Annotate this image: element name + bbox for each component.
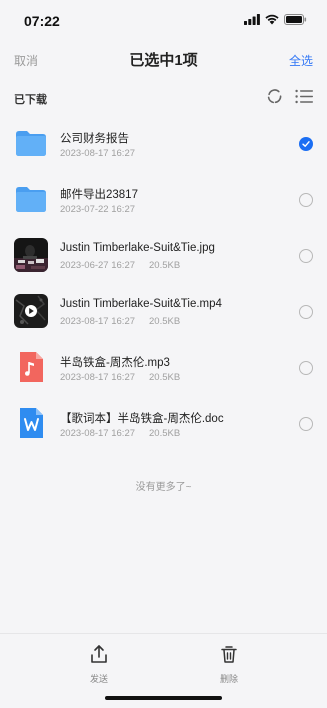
trash-icon (221, 646, 237, 663)
file-date: 2023-07-22 16:27 (60, 204, 136, 215)
bottom-action-bar: 发送 删除 (0, 633, 327, 708)
file-meta: 2023-07-22 16:27 (60, 204, 135, 215)
file-size: 20.5KB (149, 372, 181, 383)
checkbox[interactable] (299, 305, 313, 319)
delete-button[interactable]: 删除 (209, 644, 249, 685)
section-header: 已下载 (0, 84, 327, 110)
file-name: 半岛铁盒-周杰伦.mp3 (60, 357, 170, 369)
signal-icon (244, 14, 260, 25)
nav-bar: 取消 已选中1项 全选 (0, 44, 327, 74)
music-file-icon (14, 350, 48, 384)
file-date: 2023-06-27 16:27 (60, 260, 136, 271)
status-bar: 07:22 (0, 0, 327, 40)
file-meta: 2023-06-27 16:27 20.5KB (60, 260, 180, 271)
file-name: 公司财务报告 (60, 133, 129, 145)
file-row[interactable]: 【歌词本】半岛铁盒-周杰伦.doc 2023-08-17 16:27 20.5KB (0, 395, 327, 451)
file-row[interactable]: 半岛铁盒-周杰伦.mp3 2023-08-17 16:27 20.5KB (0, 339, 327, 395)
page-title: 已选中1项 (129, 52, 198, 69)
file-name: 邮件导出23817 (60, 189, 138, 201)
checkbox[interactable] (299, 193, 313, 207)
play-icon (29, 308, 34, 314)
file-size: 20.5KB (149, 428, 181, 439)
checkbox[interactable] (299, 417, 313, 431)
video-thumbnail (14, 294, 48, 328)
file-row[interactable]: Justin Timberlake-Suit&Tie.jpg 2023-06-2… (0, 227, 327, 283)
end-of-list-hint: 没有更多了~ (135, 482, 192, 493)
file-meta: 2023-08-17 16:27 20.5KB (60, 428, 180, 439)
checkbox[interactable] (299, 249, 313, 263)
share-icon (91, 645, 107, 663)
checkbox-checked[interactable] (299, 137, 313, 151)
folder-icon (14, 126, 48, 160)
file-date: 2023-08-17 16:27 (60, 316, 136, 327)
file-meta: 2023-08-17 16:27 (60, 148, 135, 159)
send-label: 发送 (89, 674, 108, 684)
file-row[interactable]: 邮件导出23817 2023-07-22 16:27 (0, 171, 327, 227)
checkmark-icon (302, 141, 310, 147)
file-date: 2023-08-17 16:27 (60, 428, 136, 439)
refresh-icon[interactable] (266, 88, 283, 105)
section-tools (266, 88, 313, 105)
wifi-icon (265, 14, 279, 25)
cancel-button[interactable]: 取消 (14, 52, 38, 69)
status-icons (244, 14, 307, 25)
file-meta: 2023-08-17 16:27 20.5KB (60, 372, 180, 383)
list-view-icon[interactable] (295, 89, 313, 104)
image-thumbnail (14, 238, 48, 272)
file-row[interactable]: 公司财务报告 2023-08-17 16:27 (0, 115, 327, 171)
file-name: Justin Timberlake-Suit&Tie.jpg (60, 242, 215, 254)
checkbox[interactable] (299, 361, 313, 375)
file-date: 2023-08-17 16:27 (60, 148, 136, 159)
file-meta: 2023-08-17 16:27 20.5KB (60, 316, 180, 327)
file-size: 20.5KB (149, 260, 181, 271)
battery-icon (284, 14, 307, 25)
section-title: 已下载 (14, 94, 47, 106)
status-time: 07:22 (24, 13, 60, 29)
delete-label: 删除 (219, 674, 238, 684)
word-doc-icon (14, 406, 48, 440)
send-button[interactable]: 发送 (79, 644, 119, 685)
file-list: 公司财务报告 2023-08-17 16:27 邮件导出23817 2023-0… (0, 115, 327, 451)
file-row[interactable]: Justin Timberlake-Suit&Tie.mp4 2023-08-1… (0, 283, 327, 339)
file-name: 【歌词本】半岛铁盒-周杰伦.doc (60, 413, 224, 425)
file-size: 20.5KB (149, 316, 181, 327)
folder-icon (14, 182, 48, 216)
file-name: Justin Timberlake-Suit&Tie.mp4 (60, 298, 222, 310)
select-all-button[interactable]: 全选 (289, 52, 313, 69)
home-indicator[interactable] (105, 696, 222, 700)
file-date: 2023-08-17 16:27 (60, 372, 136, 383)
